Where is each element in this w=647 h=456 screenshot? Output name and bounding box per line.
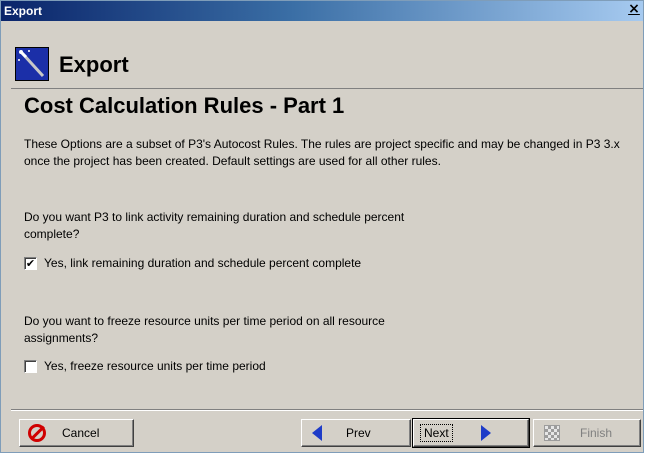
checkered-flag-icon — [544, 425, 560, 441]
prev-label: Prev — [346, 426, 371, 440]
arrow-right-icon — [480, 425, 491, 441]
next-button[interactable]: Next — [412, 418, 530, 448]
finish-button[interactable]: Finish — [533, 419, 641, 447]
prev-button[interactable]: Prev — [301, 419, 411, 447]
next-label: Next — [424, 426, 449, 440]
window-title: Export — [4, 4, 43, 18]
page-content: Cost Calculation Rules - Part 1 These Op… — [18, 93, 640, 403]
question-link-duration: Do you want P3 to link activity remainin… — [24, 210, 405, 241]
next-focus-rect: Next — [420, 424, 453, 442]
cancel-icon — [28, 424, 46, 442]
finish-label: Finish — [580, 426, 613, 440]
question-freeze-units: Do you want to freeze resource units per… — [24, 314, 385, 345]
checkbox-label: Yes, freeze resource units per time peri… — [44, 359, 266, 373]
title-bar[interactable]: Export × — [1, 1, 643, 21]
checkbox-link-duration[interactable]: ✔ Yes, link remaining duration and sched… — [24, 256, 361, 270]
wand-icon — [15, 47, 49, 81]
checkbox-unchecked-icon[interactable] — [24, 359, 37, 373]
arrow-left-icon — [312, 425, 322, 441]
intro-text: These Options are a subset of P3's Autoc… — [24, 137, 620, 168]
cancel-button[interactable]: Cancel — [19, 419, 134, 447]
wizard-header: Export — [11, 42, 643, 89]
close-icon[interactable]: × — [626, 2, 642, 18]
page-title: Cost Calculation Rules - Part 1 — [24, 93, 345, 118]
checkbox-checked-icon[interactable]: ✔ — [24, 256, 37, 270]
checkbox-freeze-units[interactable]: Yes, freeze resource units per time peri… — [24, 359, 266, 373]
wizard-title: Export — [59, 52, 129, 77]
footer-divider — [11, 409, 643, 411]
cancel-label: Cancel — [62, 426, 100, 440]
checkbox-label: Yes, link remaining duration and schedul… — [44, 256, 362, 270]
export-dialog: Export × Export Cost Calculation Rules -… — [0, 0, 644, 453]
